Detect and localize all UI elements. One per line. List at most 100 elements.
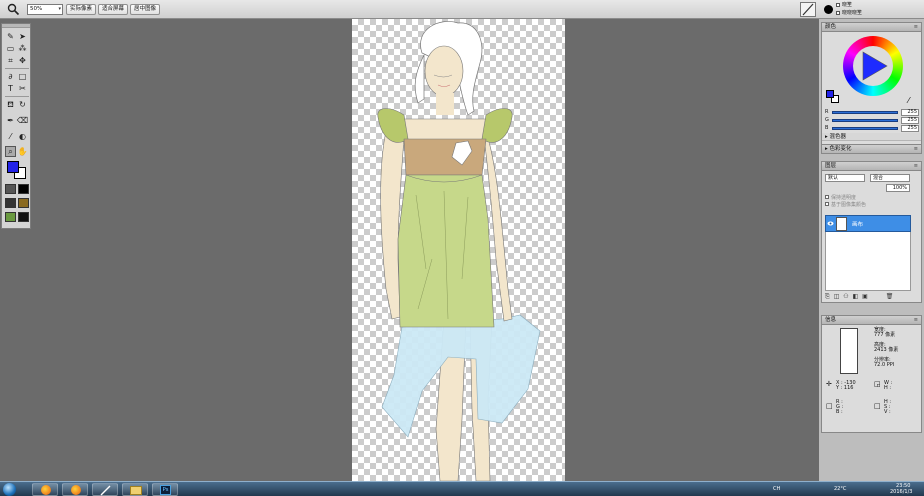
transform-icon[interactable]: ✂ bbox=[17, 83, 28, 94]
zoom-tool-icon[interactable]: ⌕ bbox=[5, 146, 16, 157]
panel-menu-icon[interactable]: ≡ bbox=[914, 145, 918, 153]
width-value: 777 像素 bbox=[874, 332, 896, 338]
opacity-field[interactable]: 100% bbox=[886, 184, 910, 192]
pen-icon[interactable]: ✒ bbox=[5, 115, 16, 126]
weather-temp[interactable]: 22°C bbox=[834, 486, 846, 492]
zoom-dropdown-arrow-icon[interactable]: ▾ bbox=[58, 5, 61, 14]
layer-actions-bar[interactable]: ⎘ ◫ ⚇ ◧ ▣ 🗑 bbox=[825, 293, 921, 301]
crop-icon[interactable]: ⌗ bbox=[5, 55, 16, 66]
brush-icon bbox=[802, 3, 814, 16]
info-panel-header[interactable]: 信息 ≡ bbox=[822, 316, 921, 325]
firefox-icon bbox=[71, 485, 81, 495]
pattern-swatch-3[interactable] bbox=[5, 198, 16, 208]
g-slider-row[interactable]: G 255 bbox=[825, 117, 921, 124]
r-value[interactable]: 255 bbox=[901, 109, 919, 116]
main-color-swatch[interactable] bbox=[826, 90, 834, 98]
g-slider[interactable] bbox=[832, 119, 898, 122]
pattern-swatch-1[interactable] bbox=[5, 184, 16, 194]
g-value[interactable]: 255 bbox=[901, 117, 919, 124]
y-readout: Y : 116 bbox=[836, 385, 854, 391]
eye-icon[interactable] bbox=[827, 220, 834, 227]
lasso-icon[interactable]: ∂ bbox=[5, 71, 16, 82]
eyedropper-icon[interactable]: ⁄ bbox=[5, 131, 16, 142]
eyedropper-icon[interactable]: ⁄ bbox=[908, 96, 909, 105]
pattern-swatch-5[interactable] bbox=[5, 212, 16, 222]
smudge-icon[interactable]: ◐ bbox=[17, 131, 28, 142]
color-variation-header[interactable]: ▸ 色彩变化 ≡ bbox=[822, 145, 921, 154]
document-canvas[interactable] bbox=[352, 19, 565, 481]
brush-size-dot[interactable] bbox=[824, 5, 833, 14]
color-wheel[interactable] bbox=[843, 36, 903, 96]
saturation-triangle[interactable] bbox=[859, 50, 889, 82]
paintbucket-icon[interactable]: ⛾ bbox=[5, 99, 16, 110]
resolution-value: 72.0 PPI bbox=[874, 362, 895, 368]
composite-select[interactable]: 混合 bbox=[870, 174, 910, 182]
clock-date[interactable]: 2016/1/3 bbox=[890, 489, 912, 495]
info-panel: 信息 ≡ 宽度: 777 像素 高度: 2413 像素 分辨率: 72.0 PP… bbox=[821, 315, 922, 433]
actual-pixels-button[interactable]: 实际像素 bbox=[66, 4, 96, 15]
brush-options: 晓笙 晓晓晓笙 bbox=[796, 0, 924, 19]
rgb-icon: □ bbox=[826, 402, 833, 410]
brush-tool-icon[interactable]: ✎ bbox=[5, 31, 16, 42]
select-arrow-icon[interactable]: ➤ bbox=[17, 31, 28, 42]
eraser-icon[interactable]: ⌫ bbox=[17, 115, 28, 126]
zoom-icon[interactable] bbox=[7, 3, 20, 16]
b-label: B bbox=[825, 125, 829, 131]
r-slider-row[interactable]: R 255 bbox=[825, 109, 921, 116]
zoom-level-value: 50% bbox=[30, 6, 43, 12]
h-readout: H : bbox=[884, 385, 892, 391]
explorer-taskbar-button[interactable] bbox=[122, 483, 148, 496]
option-checkbox-1[interactable] bbox=[836, 3, 840, 7]
pattern-swatch-6[interactable] bbox=[18, 212, 29, 222]
layer-thumbnail bbox=[836, 217, 847, 231]
b-slider[interactable] bbox=[832, 127, 898, 130]
b-slider-row[interactable]: B 255 bbox=[825, 125, 921, 132]
hand-icon[interactable]: ✋ bbox=[17, 146, 28, 157]
divider bbox=[5, 96, 29, 97]
magic-wand-icon[interactable]: ⁂ bbox=[17, 43, 28, 54]
firefox-icon bbox=[41, 485, 51, 495]
fit-screen-button[interactable]: 适合屏幕 bbox=[98, 4, 128, 15]
text-tool-icon[interactable]: T bbox=[5, 83, 16, 94]
toolbox-grip[interactable] bbox=[2, 24, 30, 28]
move-icon[interactable]: ✥ bbox=[17, 55, 28, 66]
photoshop-taskbar-button[interactable]: Ps bbox=[152, 483, 178, 496]
color-variation-panel[interactable]: ▸ 色彩变化 ≡ bbox=[821, 144, 922, 154]
brush-preset-button[interactable] bbox=[800, 2, 816, 17]
firefox-taskbar-button[interactable] bbox=[32, 483, 58, 496]
mixer-section-header[interactable]: ▸ 混色器 bbox=[822, 133, 921, 141]
r-slider[interactable] bbox=[832, 111, 898, 114]
language-indicator[interactable]: CH bbox=[773, 486, 780, 492]
sample-color-checkbox[interactable] bbox=[825, 202, 829, 206]
options-bar: 50% ▾ 实际像素 适合屏幕 居中图像 晓笙 晓晓晓笙 bbox=[0, 0, 924, 19]
center-image-button[interactable]: 居中图像 bbox=[130, 4, 160, 15]
color-panel-header[interactable]: 颜色 ≡ bbox=[822, 23, 921, 32]
pattern-swatch-2[interactable] bbox=[18, 184, 29, 194]
option-checkbox-2[interactable] bbox=[836, 11, 840, 15]
foreground-color-swatch[interactable] bbox=[7, 161, 19, 173]
layers-panel-title: 图层 bbox=[825, 163, 837, 169]
zoom-level-field[interactable]: 50% ▾ bbox=[27, 4, 63, 15]
trash-icon[interactable]: 🗑 bbox=[886, 293, 895, 300]
marquee-icon[interactable]: ▭ bbox=[5, 43, 16, 54]
color-variation-label: 色彩变化 bbox=[829, 146, 852, 152]
pattern-swatch-4[interactable] bbox=[18, 198, 29, 208]
fashion-illustration bbox=[377, 21, 541, 481]
painter-taskbar-button[interactable] bbox=[92, 483, 118, 496]
panel-menu-icon[interactable]: ≡ bbox=[914, 23, 918, 31]
panel-menu-icon[interactable]: ≡ bbox=[914, 316, 918, 324]
blend-mode-select[interactable]: 默认 bbox=[825, 174, 865, 182]
firefox-taskbar-button-2[interactable] bbox=[62, 483, 88, 496]
keep-transparency-label: 保持透明度 bbox=[831, 195, 857, 201]
keep-transparency-checkbox[interactable] bbox=[825, 195, 829, 199]
windows-orb-icon[interactable] bbox=[3, 483, 16, 496]
b-value[interactable]: 255 bbox=[901, 125, 919, 132]
color-panel: 颜色 ≡ ⁄ R 255 G 255 B 255 ▸ 混色器 bbox=[821, 22, 922, 146]
divider bbox=[5, 68, 29, 69]
folder-icon bbox=[130, 486, 142, 495]
rotate-icon[interactable]: ↻ bbox=[17, 99, 28, 110]
rect-icon[interactable]: □ bbox=[17, 71, 28, 82]
panel-menu-icon[interactable]: ≡ bbox=[914, 162, 918, 170]
layers-panel-header[interactable]: 图层 ≡ bbox=[822, 162, 921, 171]
layer-row-canvas[interactable]: 画布 bbox=[825, 215, 911, 232]
